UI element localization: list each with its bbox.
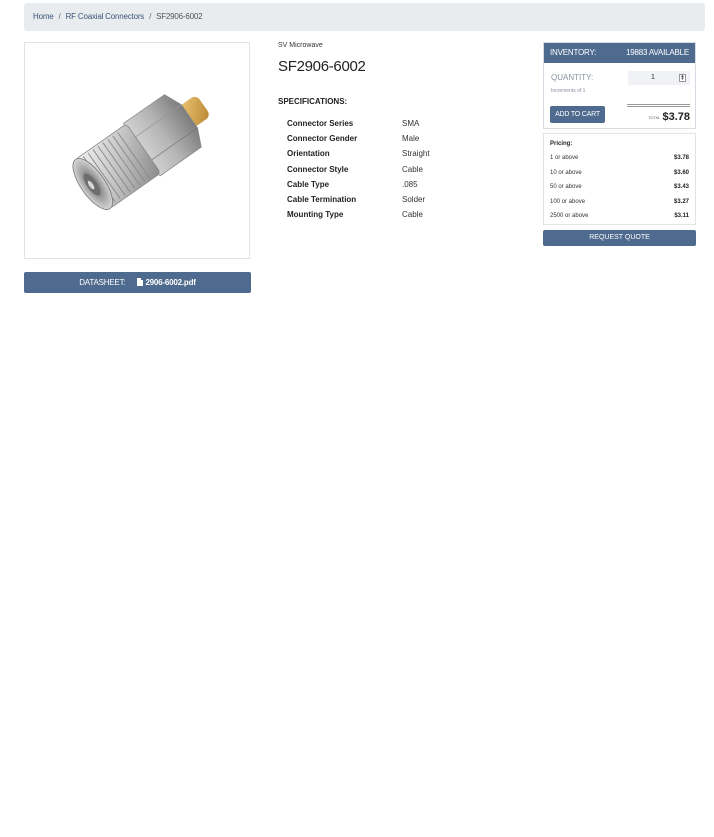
spec-key: Connector Gender xyxy=(287,134,358,144)
specifications-heading: SPECIFICATIONS: xyxy=(278,97,348,106)
specifications-table: Connector Series SMA Connector Gender Ma… xyxy=(287,116,430,222)
file-pdf-icon xyxy=(137,278,144,286)
inventory-panel: INVENTORY: 19883 AVAILABLE QUANTITY: Inc… xyxy=(543,42,696,129)
spec-row: Connector Style Cable xyxy=(287,162,430,177)
total-label: TOTAL xyxy=(647,115,661,120)
price-tier-price: $3.78 xyxy=(673,155,689,161)
quantity-increments: Increments of 1 xyxy=(551,88,586,94)
price-tier-row: 10 or above $3.60 xyxy=(550,166,689,181)
part-number-title: SF2906-6002 xyxy=(278,58,366,75)
spec-row: Orientation Straight xyxy=(287,146,430,161)
manufacturer-name: SV Microwave xyxy=(278,42,323,49)
spec-value: Straight xyxy=(402,149,430,159)
quantity-input[interactable]: 1 ▴ ▾ xyxy=(628,71,690,85)
request-quote-button[interactable]: REQUEST QUOTE xyxy=(543,230,696,246)
inventory-label: INVENTORY: xyxy=(550,48,597,57)
breadcrumb-current: SF2906-6002 xyxy=(156,12,203,21)
spec-row: Mounting Type Cable xyxy=(287,207,430,222)
price-tier-qty: 1 or above xyxy=(550,155,579,161)
breadcrumb-category-link[interactable]: RF Coaxial Connectors xyxy=(66,12,145,21)
total-divider xyxy=(627,104,690,107)
price-tier-qty: 2500 or above xyxy=(550,213,589,220)
price-tier-price: $3.27 xyxy=(673,198,689,205)
spec-value: SMA xyxy=(402,119,420,128)
breadcrumb-home-link[interactable]: Home xyxy=(33,12,54,21)
price-tier-row: 1 or above $3.78 xyxy=(550,151,689,166)
datasheet-filename: 2906-6002.pdf xyxy=(145,278,196,287)
datasheet-label: DATASHEET: xyxy=(79,278,126,287)
spec-key: Connector Style xyxy=(287,164,349,174)
spec-row: Connector Series SMA xyxy=(287,116,430,131)
spec-value: .085 xyxy=(402,179,418,189)
spec-key: Cable Termination xyxy=(287,195,357,205)
add-to-cart-button[interactable]: ADD TO CART xyxy=(550,106,605,123)
spec-row: Cable Type .085 xyxy=(287,177,430,192)
datasheet-button[interactable]: DATASHEET: 2906-6002.pdf xyxy=(24,272,251,293)
datasheet-file-link[interactable]: 2906-6002.pdf xyxy=(137,278,196,287)
breadcrumb-separator: / xyxy=(149,12,152,21)
spec-value: Cable xyxy=(402,210,423,220)
total-price: TOTAL $3.78 xyxy=(648,111,690,123)
pricing-title: Pricing: xyxy=(550,141,573,147)
price-tier-row: 50 or above $3.43 xyxy=(550,180,689,195)
spec-row: Connector Gender Male xyxy=(287,131,430,146)
price-tier-qty: 100 or above xyxy=(550,198,586,205)
price-tier-price: $3.11 xyxy=(674,213,689,220)
product-image-frame xyxy=(24,42,250,259)
product-page: Home / RF Coaxial Connectors / SF2906-6002 xyxy=(0,0,714,837)
price-tier-price: $3.43 xyxy=(673,184,689,191)
spec-key: Connector Series xyxy=(287,119,354,128)
breadcrumb-separator: / xyxy=(58,12,61,21)
spec-value: Solder xyxy=(402,195,426,205)
pricing-panel: Pricing: 1 or above $3.78 10 or above $3… xyxy=(543,133,696,225)
product-image xyxy=(72,94,209,210)
spec-value: Male xyxy=(402,134,420,144)
price-tier-qty: 50 or above xyxy=(550,184,582,191)
spec-value: Cable xyxy=(402,164,423,174)
total-value: $3.78 xyxy=(662,111,690,123)
inventory-header: INVENTORY: 19883 AVAILABLE xyxy=(544,43,695,63)
price-tier-row: 100 or above $3.27 xyxy=(550,195,689,210)
spec-key: Orientation xyxy=(287,149,330,159)
price-tier-price: $3.60 xyxy=(673,169,689,176)
spec-row: Cable Termination Solder xyxy=(287,192,430,207)
quantity-label: QUANTITY: xyxy=(551,73,594,82)
spec-key: Cable Type xyxy=(287,179,330,189)
inventory-available: 19883 AVAILABLE xyxy=(626,48,689,57)
quantity-spinner-icon[interactable]: ▴ ▾ xyxy=(679,74,686,82)
breadcrumb: Home / RF Coaxial Connectors / SF2906-6002 xyxy=(24,3,705,31)
quantity-value: 1 xyxy=(651,74,655,81)
price-tier-qty: 10 or above xyxy=(550,169,582,176)
price-tier-row: 2500 or above $3.11 xyxy=(550,209,689,224)
spec-key: Mounting Type xyxy=(287,210,344,220)
